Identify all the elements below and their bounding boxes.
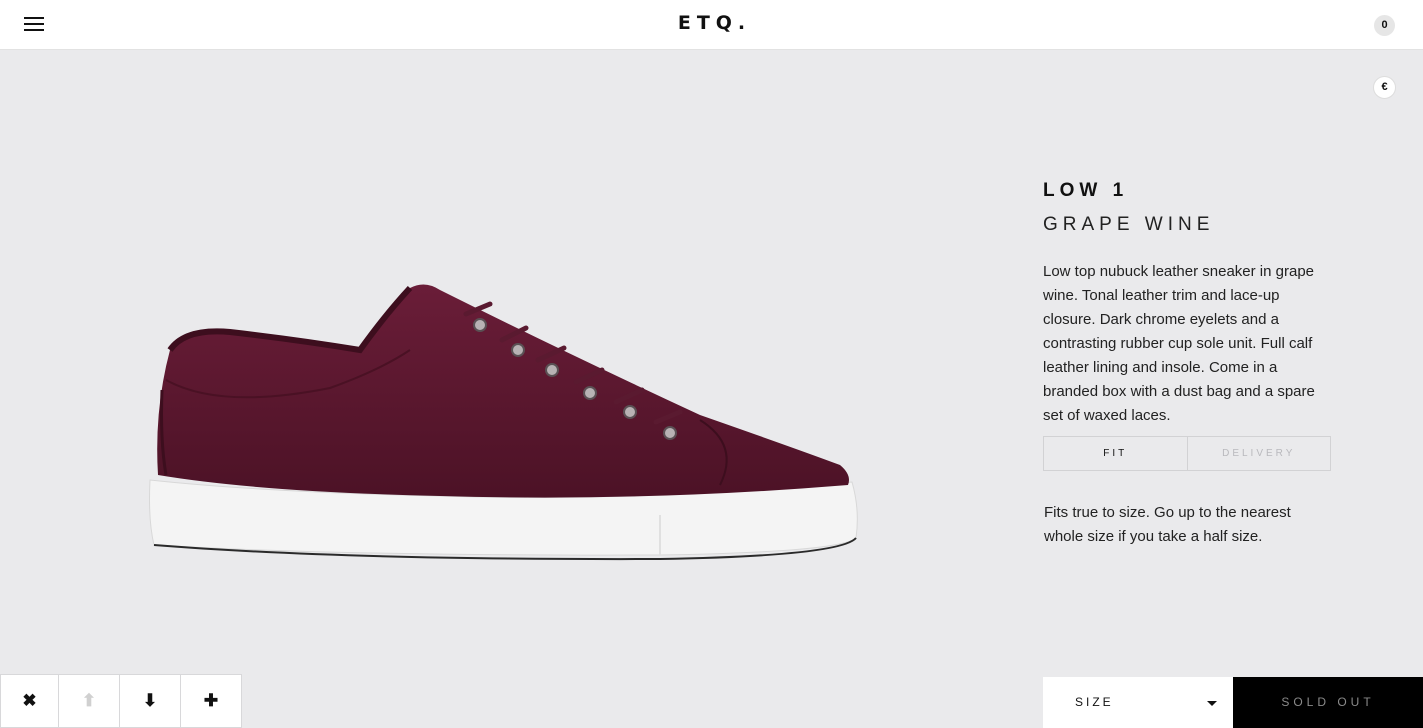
arrow-up-icon[interactable]: ⬆ [59,674,120,728]
product-color: GRAPE WINE [1043,214,1215,235]
info-tabs: FIT DELIVERY [1043,436,1331,471]
sold-out-button[interactable]: SOLD OUT [1233,677,1423,728]
size-dropdown-label: SIZE [1075,695,1114,709]
top-header: ETQ. 0 [0,0,1423,50]
product-info: LOW 1 GRAPE WINE Low top nubuck leather … [1043,180,1333,428]
brand-logo[interactable]: ETQ. [0,12,1423,34]
bottom-toolbar: ✖ ⬆ ⬇ ✚ [0,674,242,728]
caret-down-icon [1207,701,1217,706]
tab-delivery[interactable]: DELIVERY [1186,437,1331,470]
cart-count-badge[interactable]: 0 [1374,15,1395,36]
currency-selector[interactable]: € [1373,76,1396,99]
product-image-sneaker [149,284,858,561]
size-dropdown[interactable]: SIZE [1043,677,1233,728]
plus-icon[interactable]: ✚ [181,674,242,728]
tab-fit[interactable]: FIT [1044,437,1187,470]
product-description: Low top nubuck leather sneaker in grape … [1043,263,1315,424]
close-icon[interactable]: ✖ [0,674,59,728]
fit-info-text: Fits true to size. Go up to the nearest … [1044,504,1291,545]
product-name: LOW 1 [1043,180,1129,201]
arrow-down-icon[interactable]: ⬇ [120,674,181,728]
